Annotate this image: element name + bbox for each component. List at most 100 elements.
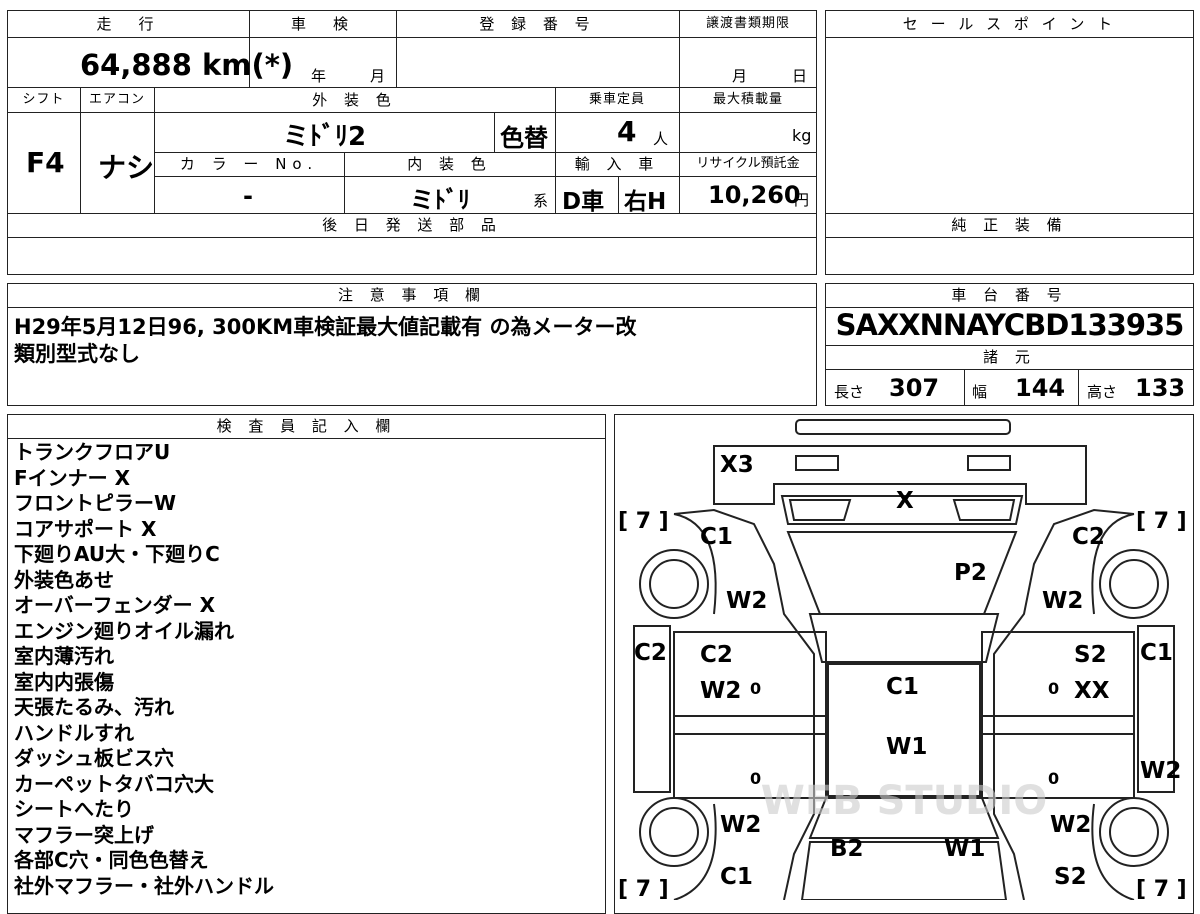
mark-tire-left-front: [ 7 ] bbox=[618, 877, 669, 900]
color-change-mark: 色替 bbox=[500, 124, 548, 152]
mark-windshield-area: W1 bbox=[886, 734, 927, 760]
exterior-color-label: 外 装 色 bbox=[155, 89, 554, 111]
recycle-unit: 円 bbox=[794, 191, 810, 209]
inspection-year: 年 bbox=[311, 67, 327, 85]
mark-tire-right-rear: [ 7 ] bbox=[1136, 509, 1187, 534]
mark-zero: 0 bbox=[750, 679, 761, 698]
divider bbox=[618, 176, 619, 213]
chassis-label: 車 台 番 号 bbox=[826, 284, 1193, 306]
height-value: 133 bbox=[1135, 374, 1186, 402]
divider bbox=[154, 176, 817, 177]
inspector-notes-list: トランクフロアU Fインナー X フロントピラーW コアサポート X 下廻りAU大・下廻… bbox=[14, 440, 599, 899]
mark-rear-bumper: X3 bbox=[720, 452, 754, 478]
height-label: 高さ bbox=[1087, 383, 1118, 401]
interior-color-label: 内 装 色 bbox=[345, 153, 554, 175]
shift-label: シフト bbox=[8, 89, 79, 111]
inspection-month: 月 bbox=[370, 67, 386, 85]
mark-quarter-right: C1 bbox=[1140, 640, 1173, 666]
divider bbox=[7, 307, 817, 308]
color-no-value: - bbox=[243, 182, 253, 210]
transfer-month: 月 bbox=[732, 67, 748, 85]
mark-tire-left-rear: [ 7 ] bbox=[618, 509, 669, 534]
mark-trunk: X bbox=[896, 488, 914, 514]
mark-rear-fender-left-w: W2 bbox=[726, 588, 767, 614]
inspector-note-line: 各部C穴・同色色替え bbox=[14, 848, 209, 872]
notes-line: H29年5月12日96, 300KM車検証最大値記載有 の為メーター改 bbox=[14, 315, 637, 339]
mileage-value: 64,888 km(*) bbox=[80, 48, 294, 82]
rear-lamp-right bbox=[967, 455, 1011, 471]
capacity-label: 乗車定員 bbox=[556, 89, 678, 111]
mark-roof: C1 bbox=[886, 674, 919, 700]
mark-front-fender-left-w: W2 bbox=[720, 812, 761, 838]
divider bbox=[1078, 369, 1079, 406]
width-label: 幅 bbox=[972, 383, 988, 401]
divider bbox=[7, 87, 817, 88]
inspector-note-line: シートへたり bbox=[14, 797, 134, 821]
notes-line: 類別型式なし bbox=[14, 342, 140, 366]
mark-zero: 0 bbox=[1048, 679, 1059, 698]
mark-zero: 0 bbox=[1048, 769, 1059, 788]
inspector-note-line: 室内内張傷 bbox=[14, 669, 114, 694]
mark-quarter-left: C2 bbox=[634, 640, 667, 666]
width-value: 144 bbox=[1015, 374, 1066, 402]
divider bbox=[825, 369, 1194, 370]
mark-hood-left: B2 bbox=[830, 836, 864, 862]
steering: 右H bbox=[624, 189, 667, 215]
divider bbox=[964, 369, 965, 406]
inspector-note-line: 外装色あせ bbox=[14, 567, 114, 592]
interior-suffix: 系 bbox=[533, 192, 549, 210]
inspector-note-line: 天張たるみ、汚れ bbox=[14, 695, 174, 719]
inspector-note-line: Fインナー X bbox=[14, 465, 131, 490]
inspector-note-line: 下廻りAU大・下廻りC bbox=[14, 542, 220, 566]
inspector-note-line: ダッシュ板ビス穴 bbox=[14, 746, 174, 770]
registration-label: 登 録 番 号 bbox=[397, 13, 678, 35]
divider bbox=[7, 438, 606, 439]
mark-door-right-2: XX bbox=[1074, 678, 1110, 704]
recycle-label: リサイクル預託金 bbox=[680, 153, 816, 175]
car-diagram: WEB STUDIO X3 X [ 7 ] [ 7 ] C1 C2 P2 W2 … bbox=[618, 419, 1187, 900]
inspector-note-line: マフラー突上げ bbox=[14, 822, 154, 847]
mark-rear-glass: P2 bbox=[954, 560, 987, 586]
inspection-label: 車 検 bbox=[250, 13, 395, 35]
mark-door-right-1: S2 bbox=[1074, 642, 1107, 668]
capacity-value: 4 bbox=[617, 115, 637, 148]
inspector-note-line: オーバーフェンダー X bbox=[14, 593, 215, 617]
mileage-label: 走 行 bbox=[8, 13, 248, 35]
inspector-note-line: 室内薄汚れ bbox=[14, 644, 114, 668]
mark-side-right-low: W2 bbox=[1140, 758, 1181, 784]
inspector-note-line: カーペットタバコ穴大 bbox=[14, 771, 214, 796]
inspector-note-line: フロントピラーW bbox=[14, 491, 177, 515]
inspector-label: 検 査 員 記 入 欄 bbox=[8, 415, 605, 437]
inspector-note-line: エンジン廻りオイル漏れ bbox=[14, 618, 234, 643]
mark-rear-fender-right-w: W2 bbox=[1042, 588, 1083, 614]
import-type: D車 bbox=[562, 189, 605, 215]
chassis-number: SAXXNNAYCBD133935 bbox=[835, 308, 1185, 342]
divider bbox=[825, 37, 1194, 38]
genuine-equipment-label: 純 正 装 備 bbox=[826, 214, 1193, 236]
shift-value: F4 bbox=[26, 146, 65, 179]
mark-front-right: S2 bbox=[1054, 864, 1087, 890]
later-parts-label: 後 日 発 送 部 品 bbox=[8, 214, 816, 236]
recycle-value: 10,260 bbox=[708, 181, 801, 209]
divider bbox=[7, 37, 817, 38]
mark-rear-fender-right: C2 bbox=[1072, 524, 1105, 550]
mark-rear-fender-left: C1 bbox=[700, 524, 733, 550]
mark-door-left-2: W2 bbox=[700, 678, 741, 704]
transfer-deadline-label: 譲渡書類期限 bbox=[680, 13, 816, 35]
divider bbox=[7, 237, 817, 238]
capacity-unit: 人 bbox=[653, 130, 669, 148]
aircon-label: エアコン bbox=[81, 89, 153, 111]
inspector-note-line: コアサポート X bbox=[14, 516, 157, 541]
interior-color-value: ミﾄﾞﾘ bbox=[410, 186, 470, 214]
rear-bumper-strip bbox=[795, 419, 1011, 435]
mark-front-left: C1 bbox=[720, 864, 753, 890]
dims-label: 諸 元 bbox=[826, 346, 1193, 368]
divider bbox=[825, 237, 1194, 238]
transfer-day: 日 bbox=[792, 67, 808, 85]
length-label: 長さ bbox=[834, 383, 865, 401]
rear-lamp-left bbox=[795, 455, 839, 471]
notes-label: 注 意 事 項 欄 bbox=[8, 284, 816, 306]
divider bbox=[7, 112, 817, 113]
aircon-value: ナシ bbox=[98, 151, 155, 184]
color-no-label: カ ラ ー No. bbox=[155, 153, 343, 175]
